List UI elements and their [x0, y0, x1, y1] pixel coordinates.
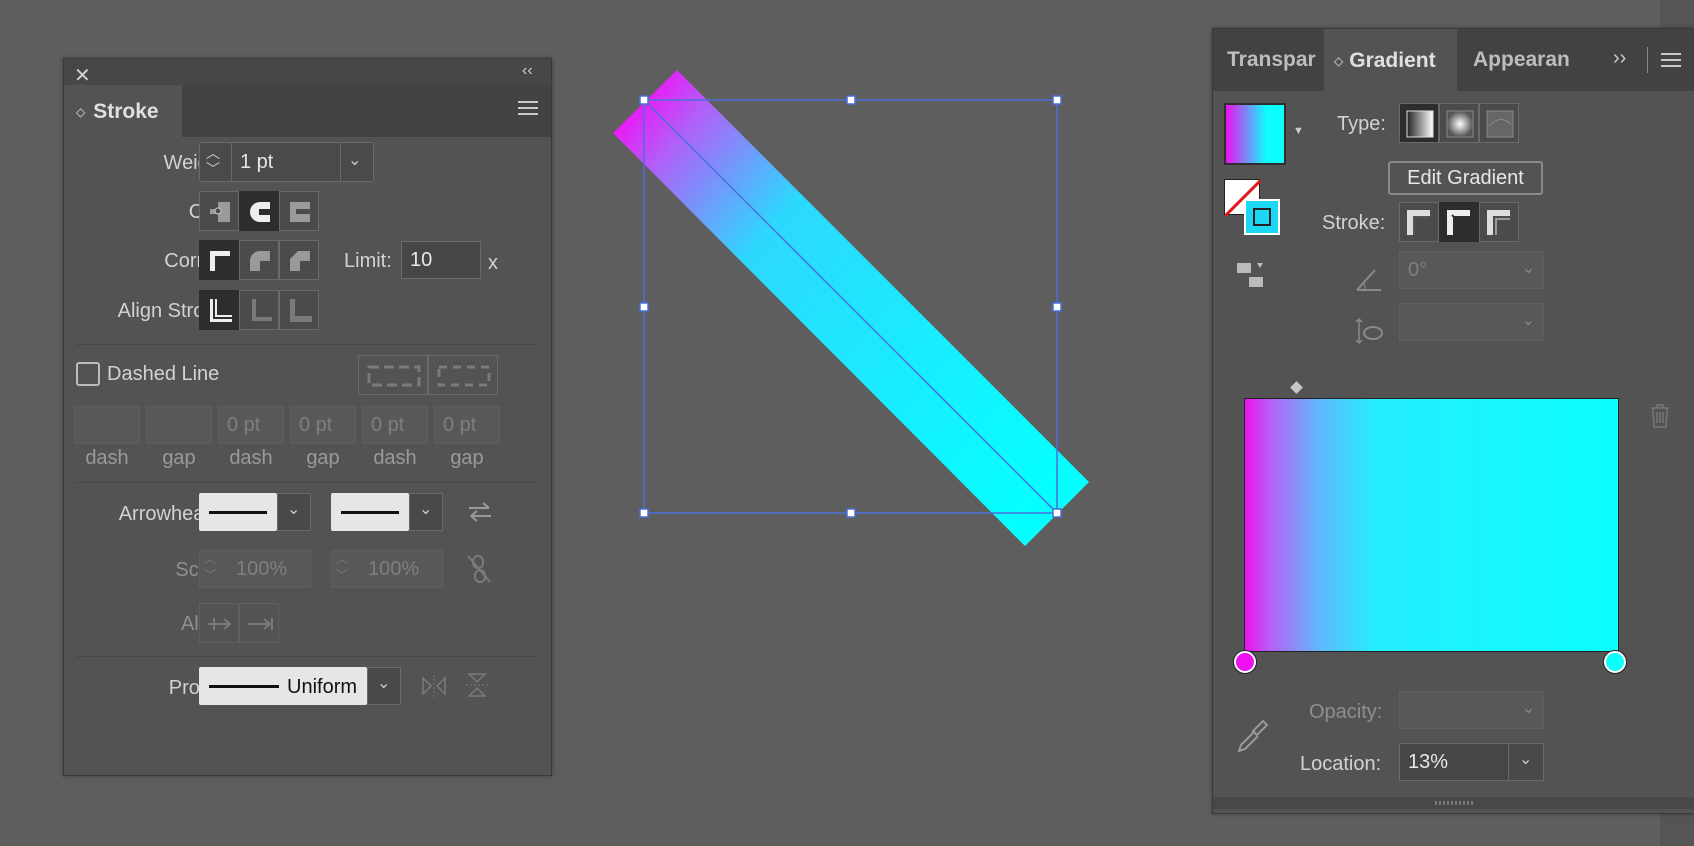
chevron-down-icon[interactable]: ⌄: [1522, 258, 1535, 278]
gradient-slider[interactable]: [1244, 398, 1619, 652]
location-input[interactable]: 13%: [1399, 743, 1509, 781]
aspect-ratio-icon: [1355, 317, 1385, 350]
menu-icon[interactable]: [1661, 53, 1681, 67]
stroke-swatch[interactable]: [1244, 199, 1280, 235]
chevron-down-icon[interactable]: ⌄: [1522, 698, 1535, 718]
resize-grip[interactable]: [1213, 797, 1694, 809]
midpoint-diamond[interactable]: [1290, 381, 1303, 394]
opacity-label: Opacity:: [1309, 701, 1383, 723]
handle-top-left: [639, 95, 649, 105]
gradient-swatch[interactable]: [1224, 103, 1286, 165]
tab-gradient[interactable]: ◇ Gradient: [1324, 29, 1457, 92]
swatch-dropdown-icon[interactable]: ▼: [1293, 125, 1304, 137]
stroke-label: Stroke:: [1322, 212, 1386, 234]
aspect-ratio-input[interactable]: ⌄: [1399, 303, 1544, 341]
radial-gradient-button[interactable]: [1439, 103, 1479, 143]
location-label: Location:: [1300, 753, 1382, 775]
handle-top-right: [1052, 95, 1062, 105]
angle-input[interactable]: 0° ⌄: [1399, 251, 1544, 289]
chevron-down-icon[interactable]: ⌄: [1522, 310, 1535, 330]
expand-icon[interactable]: ››: [1613, 47, 1626, 70]
type-label: Type:: [1337, 113, 1386, 135]
freeform-gradient-button[interactable]: [1479, 103, 1519, 143]
linear-gradient-button[interactable]: [1399, 103, 1439, 143]
path-line: [643, 99, 1058, 514]
chevron-down-icon: ⌄: [1519, 751, 1533, 768]
color-stop-end[interactable]: [1604, 651, 1626, 673]
eyedropper-icon[interactable]: [1235, 717, 1269, 760]
divider: [1647, 47, 1648, 73]
handle-middle-left: [639, 302, 649, 312]
stroke-within-button[interactable]: [1399, 202, 1439, 242]
tab-appearance[interactable]: Appearan: [1473, 29, 1575, 91]
tab-arrows-icon: ◇: [1334, 53, 1344, 68]
tab-transparency[interactable]: Transpar: [1227, 29, 1337, 91]
handle-middle-right: [1052, 302, 1062, 312]
reverse-gradient-icon[interactable]: [1235, 259, 1269, 298]
handle-bottom-left: [639, 508, 649, 518]
handle-bottom-right: [1052, 508, 1062, 518]
location-dropdown[interactable]: ⌄: [1508, 743, 1544, 781]
angle-icon: [1355, 266, 1383, 297]
handle-top-center: [846, 95, 856, 105]
trash-icon[interactable]: [1649, 403, 1671, 434]
color-stop-start[interactable]: [1234, 651, 1256, 673]
edit-gradient-button[interactable]: Edit Gradient: [1388, 161, 1543, 195]
handle-bottom-center: [846, 508, 856, 518]
opacity-input[interactable]: ⌄: [1399, 691, 1544, 729]
gradient-panel: Transpar ◇ Gradient Appearan ›› ▼ Type: …: [1212, 28, 1694, 814]
stroke-along-button[interactable]: [1439, 202, 1479, 242]
stroke-across-button[interactable]: [1479, 202, 1519, 242]
